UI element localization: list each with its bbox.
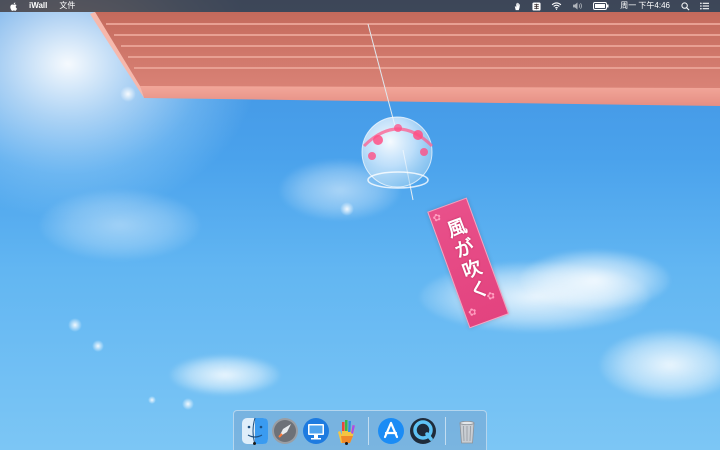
sparkle [182, 398, 194, 410]
menu-bar-clock[interactable]: 周一 下午4:46 [614, 0, 676, 12]
trash-icon[interactable] [452, 416, 482, 446]
dock-separator [368, 417, 369, 445]
desktop: ✿ ✿ ✿ 風が吹く iWall 文件 周一 下午4:46 [0, 0, 720, 450]
menu-bar: iWall 文件 周一 下午4:46 [0, 0, 720, 12]
running-indicator [253, 442, 256, 445]
sparkle [92, 340, 104, 352]
notification-center-icon[interactable] [695, 0, 714, 12]
app-name-menu[interactable]: iWall [23, 0, 53, 12]
finder-icon[interactable] [240, 416, 270, 446]
cloud [40, 190, 200, 260]
cloud [170, 355, 280, 395]
hand-icon[interactable] [508, 0, 527, 12]
quicktime-icon[interactable] [408, 416, 438, 446]
iwall-hand-icon[interactable] [332, 416, 362, 446]
spotlight-search-icon[interactable] [676, 0, 695, 12]
sparkle [340, 202, 354, 216]
cloud [600, 330, 720, 400]
dock [233, 410, 487, 450]
app-store-icon[interactable] [376, 416, 406, 446]
menu-bar-right: 周一 下午4:46 [508, 0, 720, 12]
sparkle [68, 318, 82, 332]
dock-separator [445, 417, 446, 445]
file-menu[interactable]: 文件 [53, 0, 81, 12]
sakura-petal: ✿ [431, 211, 444, 225]
monitor-icon[interactable] [301, 416, 331, 446]
sparkle [148, 396, 156, 404]
apple-icon[interactable] [0, 0, 23, 12]
roof-eave [90, 12, 720, 106]
volume-icon[interactable] [567, 0, 588, 12]
wifi-icon[interactable] [546, 0, 567, 12]
running-indicator [345, 442, 348, 445]
input-method-icon[interactable] [527, 0, 546, 12]
battery-icon[interactable] [588, 0, 614, 12]
cloud [520, 250, 670, 310]
menu-bar-left: iWall 文件 [0, 0, 81, 12]
launchpad-icon[interactable] [270, 416, 300, 446]
